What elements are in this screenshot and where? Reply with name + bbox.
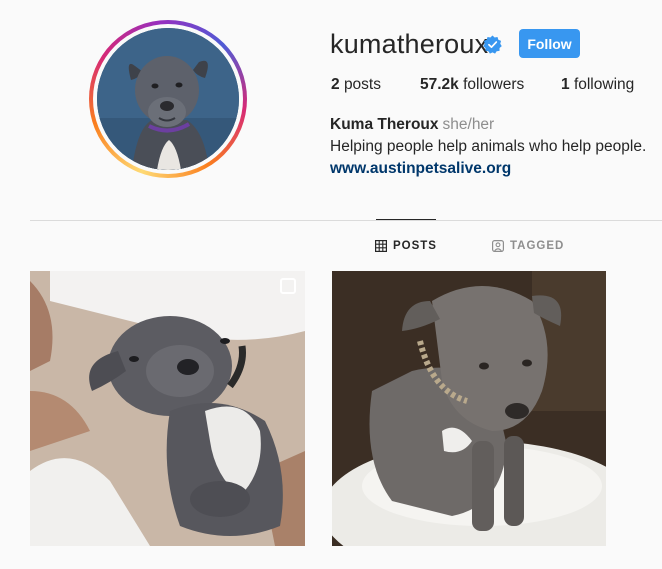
posts-stat: 2 posts — [331, 76, 381, 94]
tab-posts-label: POSTS — [393, 240, 437, 252]
tab-tagged-label: TAGGED — [510, 240, 565, 252]
follow-button[interactable]: Follow — [519, 29, 580, 58]
post-2-dog-image — [332, 271, 606, 546]
bio-pronouns: she/her — [442, 116, 495, 133]
followers-label: followers — [463, 76, 525, 93]
active-tab-indicator — [376, 219, 436, 220]
profile-avatar-ring[interactable] — [89, 20, 247, 178]
bio-name-line: Kuma Theroux she/her — [330, 116, 494, 134]
tab-posts[interactable]: POSTS — [375, 239, 437, 253]
tab-tagged[interactable]: TAGGED — [492, 239, 564, 253]
posts-label: posts — [343, 76, 381, 93]
profile-username: kumatheroux — [330, 29, 489, 59]
profile-divider — [30, 220, 662, 221]
bio-website-link[interactable]: www.austinpetsalive.org — [330, 160, 511, 178]
followers-stat[interactable]: 57.2k followers — [420, 76, 524, 94]
post-thumbnail-1[interactable] — [30, 271, 305, 546]
grid-icon — [375, 240, 387, 252]
posts-count: 2 — [331, 76, 340, 93]
post-thumbnail-2[interactable] — [332, 271, 606, 546]
avatar-dog-image — [97, 28, 239, 170]
following-stat[interactable]: 1 following — [561, 76, 634, 94]
following-label: following — [573, 76, 635, 93]
post-1-dog-image — [30, 271, 305, 546]
verified-badge-icon — [483, 35, 502, 54]
following-count: 1 — [561, 76, 570, 93]
profile-avatar[interactable] — [97, 28, 239, 170]
followers-count: 57.2k — [420, 76, 459, 93]
bio-text: Helping people help animals who help peo… — [330, 138, 647, 155]
tag-person-icon — [492, 240, 504, 252]
bio-full-name: Kuma Theroux — [330, 116, 439, 133]
